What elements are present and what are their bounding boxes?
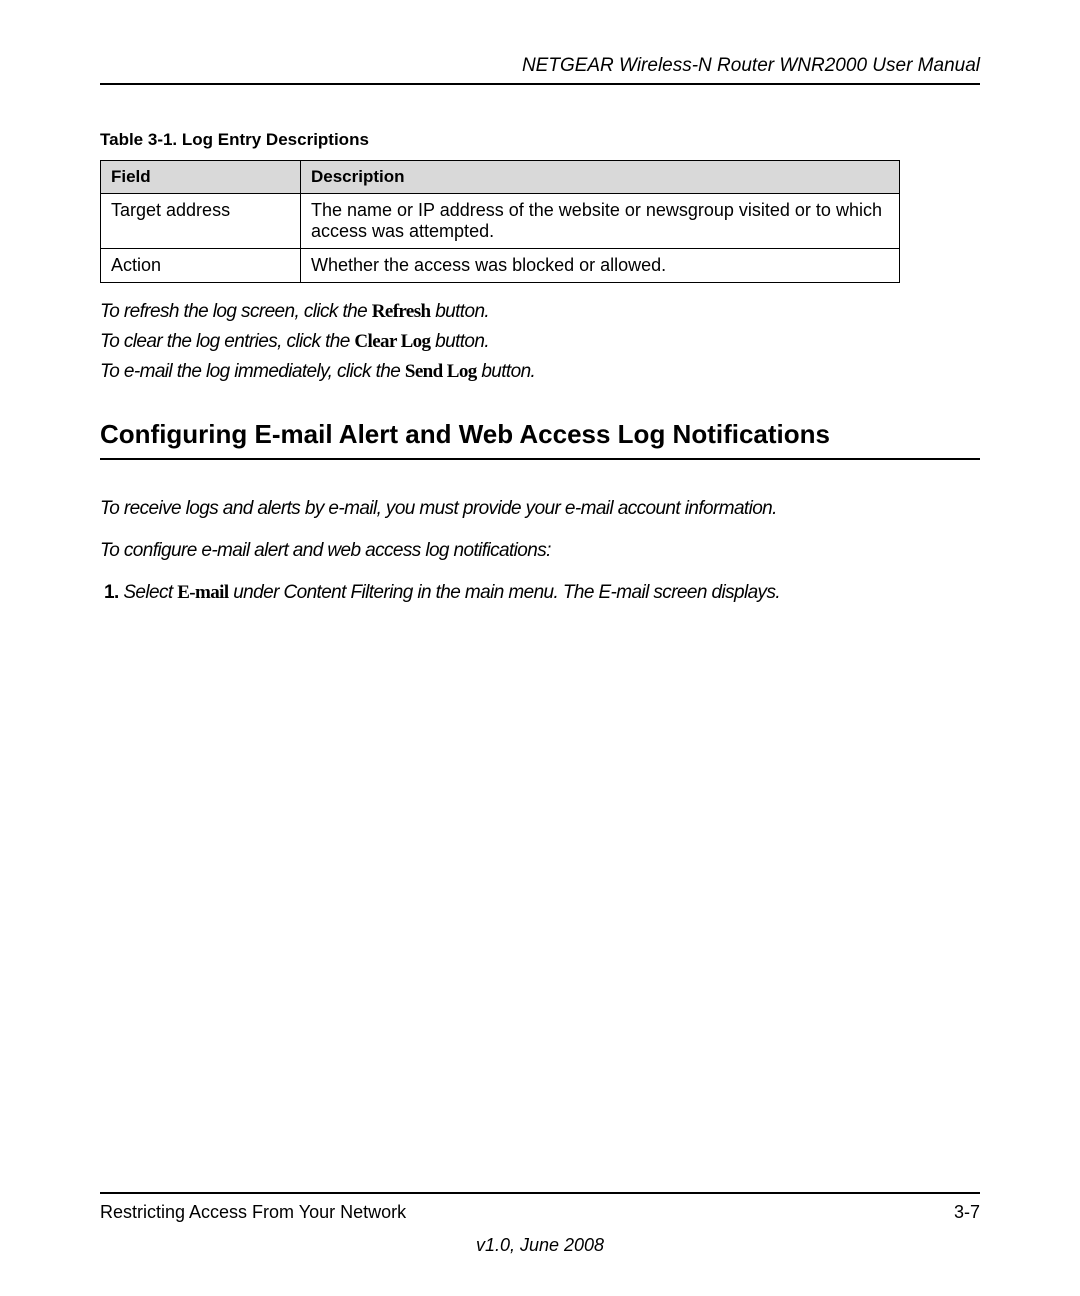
footer-right: 3-7 <box>954 1202 980 1223</box>
action-send-log: To e-mail the log immediately, click the… <box>100 361 980 383</box>
page-footer: Restricting Access From Your Network 3-7… <box>100 1192 980 1256</box>
action-clear-log: To clear the log entries, click the Clea… <box>100 331 980 353</box>
cell-description: The name or IP address of the website or… <box>301 194 900 249</box>
table-header-description: Description <box>301 161 900 194</box>
cell-description: Whether the access was blocked or allowe… <box>301 249 900 283</box>
table-row: Action Whether the access was blocked or… <box>101 249 900 283</box>
table-header-field: Field <box>101 161 301 194</box>
table-row: Target address The name or IP address of… <box>101 194 900 249</box>
intro-paragraph-1: To receive logs and alerts by e-mail, yo… <box>100 498 980 520</box>
footer-left: Restricting Access From Your Network <box>100 1202 406 1223</box>
section-heading: Configuring E-mail Alert and Web Access … <box>100 419 980 460</box>
table-caption: Table 3-1. Log Entry Descriptions <box>100 130 980 150</box>
action-refresh: To refresh the log screen, click the Ref… <box>100 301 980 323</box>
step-1: 1. Select E-mail under Content Filtering… <box>104 582 980 604</box>
intro-paragraph-2: To configure e-mail alert and web access… <box>100 540 980 562</box>
cell-field: Action <box>101 249 301 283</box>
footer-center: v1.0, June 2008 <box>100 1235 980 1256</box>
page-header: NETGEAR Wireless-N Router WNR2000 User M… <box>100 55 980 85</box>
log-entry-table: Field Description Target address The nam… <box>100 160 900 283</box>
cell-field: Target address <box>101 194 301 249</box>
